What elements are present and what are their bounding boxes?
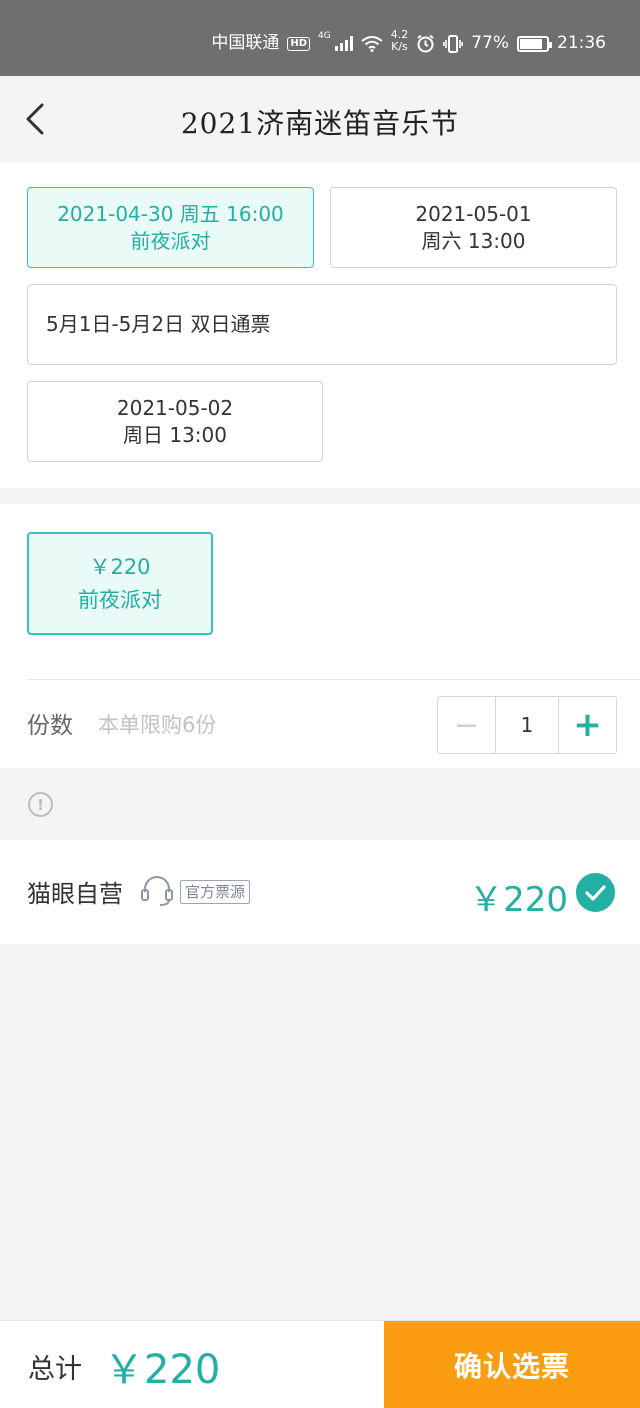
headset-icon[interactable] [140,875,174,907]
increase-button[interactable]: + [559,697,616,753]
alarm-icon [417,34,434,53]
status-bar: 中国联通 HD 4G 4.2 K/s 77% 21:36 [0,0,640,76]
total-label: 总计 [28,1354,82,1385]
seller-name: 猫眼自营 [27,880,123,908]
price-option[interactable]: ￥220 前夜派对 [27,532,213,635]
seller-price: ￥220 [469,880,568,920]
bottom-bar: 总计 ￥220 确认选票 [0,1320,640,1408]
network-speed: 4.2 K/s [390,27,409,53]
hd-badge: HD [287,36,310,51]
battery-icon [517,35,552,52]
seller-row[interactable]: 猫眼自营 官方票源 ￥220 [0,840,640,944]
wifi-icon [361,36,383,52]
status-bar-right: 中国联通 HD 4G 4.2 K/s 77% 21:36 [211,28,606,53]
vibrate-icon [443,34,464,53]
clock: 21:36 [557,33,606,53]
quantity-label: 份数 [27,713,73,739]
session-option-0430[interactable]: 2021-04-30 周五 16:00 前夜派对 [27,187,314,268]
info-icon[interactable]: ! [28,792,53,817]
session-date: 2021-05-02 [116,395,234,420]
official-source-tag: 官方票源 [180,880,251,904]
session-date: 2021-04-30 周五 16:00 [57,201,284,226]
session-label: 5月1日-5月2日 双日通票 [46,312,271,336]
quantity-limit-hint: 本单限购6份 [98,713,217,737]
speed-value: 4.2 [390,27,409,41]
signal-icon [334,36,353,51]
session-option-two-day-pass[interactable]: 5月1日-5月2日 双日通票 [27,284,617,365]
price-value: ￥220 [89,554,151,579]
decrease-button[interactable]: − [438,697,495,753]
total-price: ￥220 [104,1347,221,1393]
divider [27,679,640,680]
session-option-0501[interactable]: 2021-05-01 周六 13:00 [330,187,617,268]
quantity-stepper: − 1 + [437,696,617,754]
carrier-label: 中国联通 [211,33,280,53]
price-label: 前夜派对 [78,587,162,612]
session-date: 2021-05-01 [415,201,532,226]
confirm-ticket-button[interactable]: 确认选票 [384,1321,640,1408]
quantity-value[interactable]: 1 [495,697,559,753]
session-time: 周六 13:00 [421,228,526,253]
session-section: 2021-04-30 周五 16:00 前夜派对 2021-05-01 周六 1… [0,162,640,488]
battery-percent: 77% [471,33,509,53]
price-section: ￥220 前夜派对 份数 本单限购6份 − 1 + [0,504,640,768]
network-type: 4G [318,31,331,41]
nav-bar: 2021济南迷笛音乐节 [0,76,640,162]
session-option-0502[interactable]: 2021-05-02 周日 13:00 [27,381,323,462]
page-title: 2021济南迷笛音乐节 [180,107,460,140]
session-time: 周日 13:00 [123,422,227,447]
session-label: 前夜派对 [130,228,211,253]
checkmark-icon[interactable] [576,873,615,912]
speed-unit: K/s [391,39,408,53]
